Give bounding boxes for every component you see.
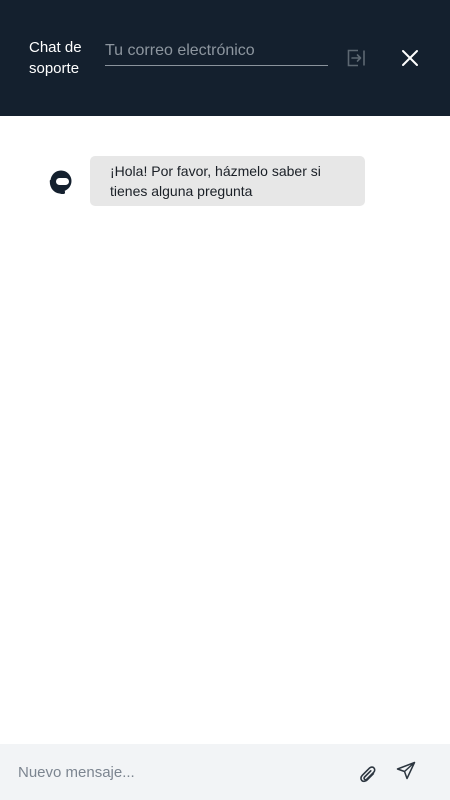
send-icon [396,761,416,780]
close-icon [402,50,418,66]
message-input[interactable] [18,758,338,786]
support-agent-avatar [47,168,75,196]
paperclip-icon [360,766,376,783]
submit-arrow-icon [347,49,365,67]
chat-title: Chat de soporte [29,39,82,77]
email-input[interactable] [105,36,328,65]
message-composer [0,744,450,800]
support-chat-widget: Chat de soporte ¡Hola! Po [0,0,450,800]
submit-email-button[interactable] [345,47,367,69]
send-button[interactable] [395,760,417,782]
chat-header: Chat de soporte [0,0,450,116]
message-list: ¡Hola! Por favor, házmelo saber si tiene… [0,116,450,744]
close-button[interactable] [399,47,421,69]
attach-button[interactable] [358,764,380,786]
email-field-container [105,36,328,66]
message-bubble: ¡Hola! Por favor, házmelo saber si tiene… [90,156,365,206]
support-agent-icon [49,170,72,194]
